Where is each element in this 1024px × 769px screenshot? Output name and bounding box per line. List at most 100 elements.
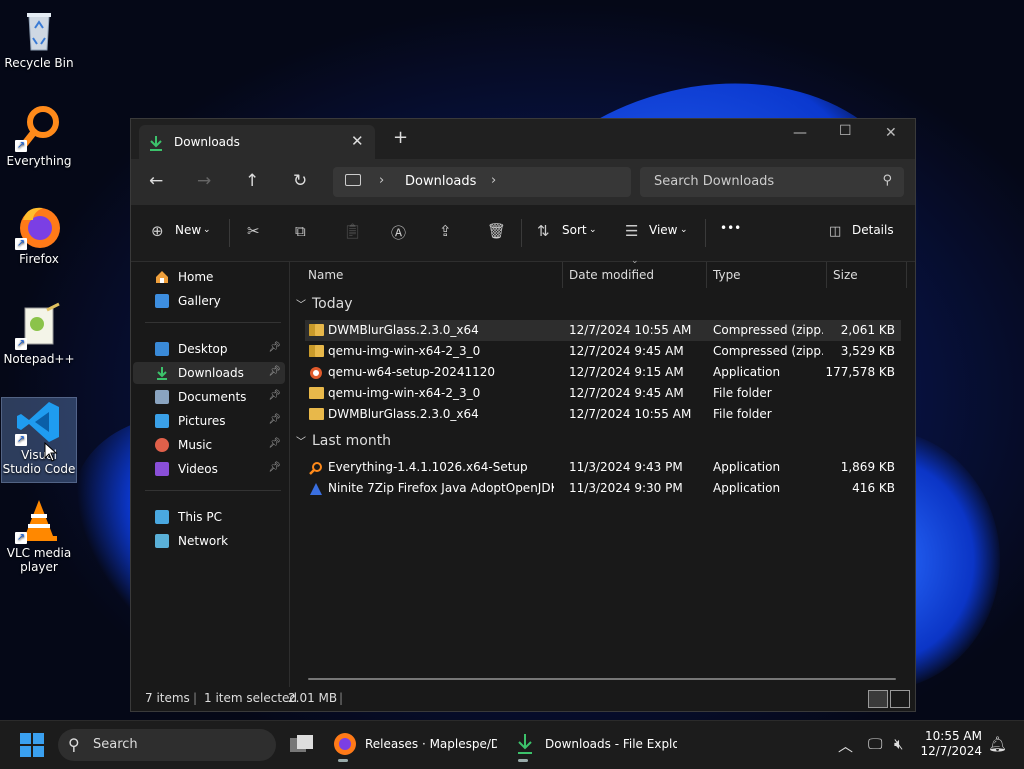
- sidebar-item-music[interactable]: Music 📌︎: [133, 434, 285, 456]
- shortcut-arrow-icon: ↗: [15, 532, 27, 544]
- sidebar-item-pictures[interactable]: Pictures 📌︎: [133, 410, 285, 432]
- group-header-today[interactable]: ﹀ Today: [296, 296, 353, 312]
- file-size: 2,061 KB: [840, 323, 895, 337]
- address-bar[interactable]: › Downloads ›: [333, 167, 631, 197]
- clock[interactable]: 10:55 AM 12/7/2024: [914, 729, 982, 759]
- back-button[interactable]: ←: [149, 171, 163, 191]
- file-row[interactable]: qemu-img-win-x64-2_3_0 12/7/2024 9:45 AM…: [305, 383, 901, 404]
- close-tab-button[interactable]: ✕: [351, 132, 364, 150]
- rename-icon[interactable]: Ⓐ: [391, 222, 406, 243]
- column-separator[interactable]: [906, 262, 907, 288]
- taskbar-app-label: Releases · Maplespe/DW: [365, 737, 497, 751]
- new-button[interactable]: New: [175, 223, 201, 237]
- details-pane-icon: ◫: [829, 224, 842, 239]
- sidebar-item-desktop[interactable]: Desktop 📌︎: [133, 338, 285, 360]
- sidebar-item-gallery[interactable]: Gallery: [133, 290, 285, 312]
- search-icon: ⚲: [882, 173, 892, 188]
- sort-button[interactable]: Sort: [562, 223, 587, 237]
- zip-folder-icon: [309, 345, 324, 357]
- forward-button[interactable]: →: [197, 171, 211, 191]
- tab-downloads[interactable]: Downloads ✕: [139, 125, 375, 159]
- file-row[interactable]: qemu-w64-setup-20241120 12/7/2024 9:15 A…: [305, 362, 901, 383]
- view-button[interactable]: View: [649, 223, 677, 237]
- horizontal-scrollbar[interactable]: [308, 678, 896, 680]
- column-separator[interactable]: [706, 262, 707, 288]
- notification-bell-icon[interactable]: 🔔︎: [988, 735, 1007, 753]
- file-row[interactable]: Everything-1.4.1.1026.x64-Setup 11/3/202…: [305, 457, 901, 478]
- refresh-button[interactable]: ↻: [293, 171, 307, 191]
- tiles-view-button[interactable]: [890, 690, 910, 708]
- taskbar: ⚲ Search Releases · Maplespe/DW Download…: [0, 720, 1024, 769]
- delete-icon[interactable]: 🗑︎: [487, 222, 506, 240]
- file-name: Everything-1.4.1.1026.x64-Setup: [328, 460, 528, 474]
- sidebar-item-downloads[interactable]: Downloads 📌︎: [133, 362, 285, 384]
- desktop-icon-label: Recycle Bin: [4, 56, 74, 70]
- sidebar-item-this-pc[interactable]: This PC: [133, 506, 285, 528]
- search-box[interactable]: Search Downloads ⚲: [640, 167, 904, 197]
- details-view-button[interactable]: [868, 690, 888, 708]
- breadcrumb-downloads[interactable]: Downloads: [405, 174, 476, 189]
- documents-icon: [155, 390, 169, 404]
- taskbar-app-file-explorer[interactable]: Downloads - File Explor: [510, 729, 678, 762]
- zip-folder-icon: [309, 324, 324, 336]
- sidebar-item-network[interactable]: Network: [133, 530, 285, 552]
- maximize-button[interactable]: ☐: [839, 123, 852, 139]
- pin-icon: 📌︎: [268, 390, 281, 401]
- tab-title: Downloads: [174, 135, 240, 149]
- column-header-date[interactable]: Date modified: [569, 268, 654, 294]
- group-header-last-month[interactable]: ﹀ Last month: [296, 433, 391, 449]
- up-button[interactable]: ↑: [245, 171, 259, 191]
- title-bar[interactable]: Downloads ✕ + — ☐ ✕: [131, 119, 915, 159]
- column-separator[interactable]: [826, 262, 827, 288]
- file-row[interactable]: DWMBlurGlass.2.3.0_x64 12/7/2024 10:55 A…: [305, 404, 901, 425]
- file-date: 12/7/2024 9:45 AM: [569, 344, 684, 358]
- view-icon: ☰: [625, 222, 639, 240]
- taskbar-app-firefox[interactable]: Releases · Maplespe/DW: [330, 729, 498, 762]
- download-icon: [149, 135, 163, 154]
- desktop-icon-vlc[interactable]: ↗ VLC media player: [2, 496, 76, 580]
- new-tab-button[interactable]: +: [393, 129, 408, 147]
- column-header-size[interactable]: Size: [833, 268, 858, 294]
- sidebar-divider: [145, 490, 281, 491]
- group-label: Today: [312, 296, 353, 312]
- copy-icon[interactable]: ⧉: [295, 222, 306, 240]
- chevron-right-icon[interactable]: ›: [491, 173, 496, 188]
- desktop-icon-everything[interactable]: ↗ Everything: [2, 104, 76, 174]
- desktop-icon-recycle-bin[interactable]: Recycle Bin: [2, 6, 76, 76]
- sidebar-item-label: Videos: [178, 462, 218, 476]
- close-window-button[interactable]: ✕: [885, 125, 897, 141]
- this-pc-icon: [345, 174, 361, 186]
- sidebar-item-home[interactable]: Home: [133, 266, 285, 288]
- more-options-button[interactable]: •••: [720, 221, 741, 235]
- desktop-icon-firefox[interactable]: ↗ Firefox: [2, 202, 76, 272]
- clock-time: 10:55 AM: [925, 729, 982, 743]
- sidebar-item-documents[interactable]: Documents 📌︎: [133, 386, 285, 408]
- file-row[interactable]: Ninite 7Zip Firefox Java AdoptOpenJDK x.…: [305, 478, 901, 499]
- chevron-up-icon[interactable]: ︿: [838, 735, 853, 756]
- column-separator[interactable]: [562, 262, 563, 288]
- paste-icon[interactable]: 📋︎: [343, 222, 362, 240]
- selection-count: 1 item selected: [204, 691, 298, 705]
- gallery-icon: [155, 294, 169, 308]
- cut-icon[interactable]: ✂: [247, 222, 260, 240]
- network-status-icon[interactable]: 🖵︎: [868, 735, 882, 753]
- status-bar: 7 items | 1 item selected 2.01 MB |: [131, 687, 915, 711]
- start-button[interactable]: [20, 733, 44, 760]
- share-icon[interactable]: ⇪: [439, 222, 452, 240]
- chevron-right-icon[interactable]: ›: [379, 173, 384, 188]
- file-date: 12/7/2024 10:55 AM: [569, 323, 692, 337]
- volume-muted-icon[interactable]: 🔇︎: [894, 735, 903, 753]
- taskbar-search[interactable]: ⚲ Search: [58, 729, 276, 761]
- desktop-icon-vscode[interactable]: ↗ Visual Studio Code: [1, 397, 77, 483]
- file-row[interactable]: qemu-img-win-x64-2_3_0 12/7/2024 9:45 AM…: [305, 341, 901, 362]
- file-row[interactable]: DWMBlurGlass.2.3.0_x64 12/7/2024 10:55 A…: [305, 320, 901, 341]
- column-header-type[interactable]: Type: [713, 268, 741, 294]
- task-view-button[interactable]: [289, 734, 315, 759]
- details-button[interactable]: Details: [852, 223, 894, 237]
- sidebar-item-videos[interactable]: Videos 📌︎: [133, 458, 285, 480]
- vlc-icon: ↗: [15, 496, 63, 544]
- minimize-button[interactable]: —: [793, 125, 807, 141]
- column-header-name[interactable]: Name: [308, 268, 343, 294]
- sort-icon: ⇅: [537, 222, 550, 240]
- desktop-icon-notepadpp[interactable]: ↗ Notepad++: [2, 302, 76, 372]
